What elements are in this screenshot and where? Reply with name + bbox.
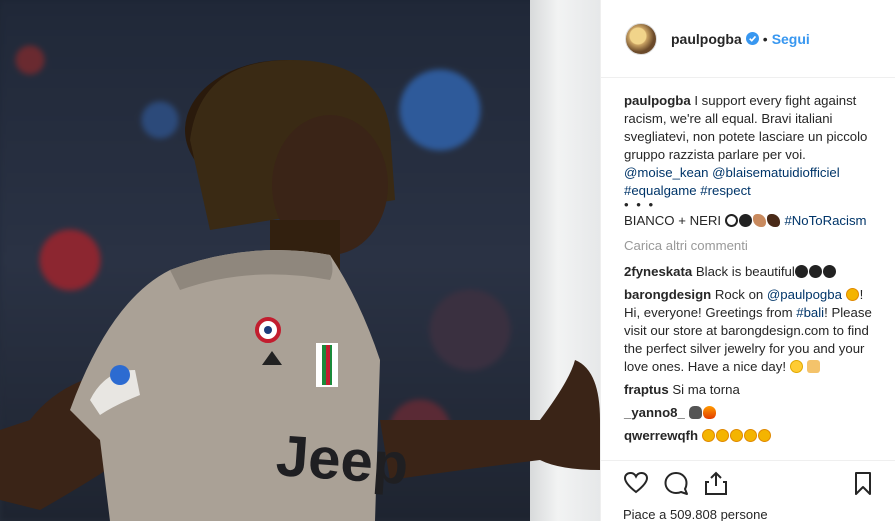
- star-struck-icon: [701, 429, 715, 442]
- comment-username[interactable]: qwerrewqfh: [624, 428, 698, 443]
- caption-dots: • • •: [624, 197, 656, 212]
- load-more-comments[interactable]: Carica altri commenti: [624, 237, 875, 255]
- avatar[interactable]: [625, 22, 657, 55]
- comment-text: Rock on: [714, 287, 764, 302]
- post-photo[interactable]: Jeep: [0, 0, 600, 521]
- black-heart-icon: [794, 265, 808, 278]
- verified-badge-icon: [745, 32, 759, 45]
- smile-icon: [789, 360, 803, 373]
- follow-button[interactable]: Segui: [772, 31, 810, 47]
- hashtag-link[interactable]: #respect: [700, 183, 751, 198]
- comment: barongdesign Rock on @paulpogba ! Hi, ev…: [624, 286, 875, 376]
- hashtag-link[interactable]: #equalgame: [624, 183, 697, 198]
- svg-text:Jeep: Jeep: [274, 423, 410, 497]
- mention-link[interactable]: @paulpogba: [767, 287, 842, 302]
- share-icon[interactable]: [703, 470, 729, 496]
- mention-link[interactable]: @blaisematuidiofficiel: [712, 165, 840, 180]
- mention-link[interactable]: @moise_kean: [624, 165, 709, 180]
- white-circle-icon: [724, 214, 738, 227]
- gorilla-icon: [688, 406, 702, 419]
- star-struck-icon: [757, 429, 771, 442]
- black-heart-icon: [808, 265, 822, 278]
- star-struck-icon: [729, 429, 743, 442]
- post-username[interactable]: paulpogba: [671, 31, 742, 47]
- bookmark-icon[interactable]: [850, 470, 876, 496]
- caption: paulpogba I support every fight against …: [624, 92, 875, 230]
- star-struck-icon: [743, 429, 757, 442]
- folded-hands-icon: [807, 360, 821, 373]
- comment-icon[interactable]: [663, 470, 689, 496]
- fire-icon: [702, 406, 716, 419]
- flexed-biceps-icon: [752, 214, 766, 227]
- hashtag-link[interactable]: #NoToRacism: [784, 213, 866, 228]
- post-side-panel: paulpogba • Segui paulpogba I support ev…: [600, 0, 895, 521]
- comments-list: paulpogba I support every fight against …: [601, 78, 895, 445]
- star-struck-icon: [845, 288, 859, 301]
- star-struck-icon: [715, 429, 729, 442]
- post-actions: Piace a 509.808 persone: [601, 460, 895, 521]
- comment: qwerrewqfh: [624, 427, 875, 445]
- caption-username[interactable]: paulpogba: [624, 93, 691, 108]
- caption-line: BIANCO + NERI: [624, 213, 722, 228]
- comment: fraptus Si ma torna: [624, 381, 875, 399]
- comment: 2fyneskata Black is beautiful: [624, 263, 875, 281]
- flexed-biceps-dark-icon: [766, 214, 780, 227]
- comment-username[interactable]: 2fyneskata: [624, 264, 692, 279]
- action-icons: [623, 469, 876, 497]
- black-circle-icon: [738, 214, 752, 227]
- black-heart-icon: [822, 265, 836, 278]
- comment-text: Black is beautiful: [695, 264, 795, 279]
- post-header: paulpogba • Segui: [601, 0, 895, 78]
- comment: _yanno8_: [624, 404, 875, 422]
- player-figure: Jeep: [0, 60, 600, 521]
- likes-count[interactable]: Piace a 509.808 persone: [623, 507, 876, 521]
- comment-username[interactable]: _yanno8_: [624, 405, 685, 420]
- hashtag-link[interactable]: #bali: [796, 305, 824, 320]
- comment-username[interactable]: fraptus: [624, 382, 669, 397]
- comment-username[interactable]: barongdesign: [624, 287, 711, 302]
- comment-text: Si ma torna: [672, 382, 740, 397]
- heart-icon[interactable]: [623, 470, 649, 496]
- separator-dot: •: [762, 30, 768, 47]
